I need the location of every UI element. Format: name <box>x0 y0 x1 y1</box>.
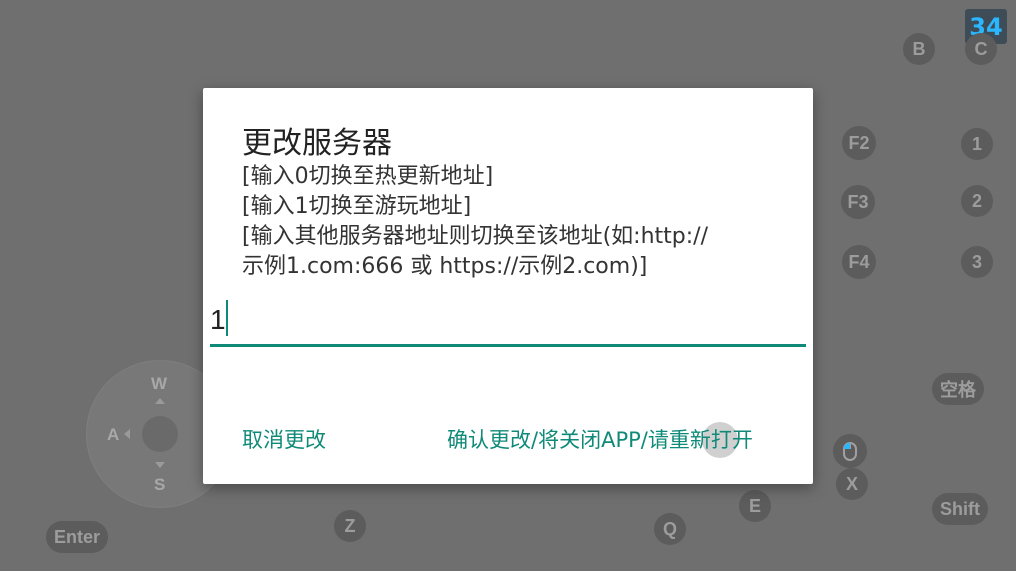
server-input[interactable]: 1 <box>210 296 806 347</box>
key-1[interactable]: 1 <box>961 128 993 160</box>
cancel-button[interactable]: 取消更改 <box>242 424 326 454</box>
key-b[interactable]: B <box>903 33 935 65</box>
confirm-button[interactable]: 确认更改/将关闭APP/请重新打开 <box>447 424 753 454</box>
dpad-up-label: W <box>151 374 168 393</box>
change-server-dialog: 更改服务器 [输入0切换至热更新地址] [输入1切换至游玩地址] [输入其他服务… <box>203 88 813 484</box>
key-f3[interactable]: F3 <box>841 185 875 219</box>
key-enter[interactable]: Enter <box>46 521 109 553</box>
key-2[interactable]: 2 <box>961 185 993 217</box>
dialog-title: 更改服务器 <box>242 126 392 161</box>
server-input-value[interactable]: 1 <box>210 304 226 336</box>
key-e[interactable]: E <box>739 490 771 522</box>
key-q[interactable]: Q <box>654 513 686 545</box>
key-c[interactable]: C <box>965 33 997 65</box>
arrow-down-icon <box>155 462 165 468</box>
dpad-down-label: S <box>154 475 166 494</box>
dpad-left-label: A <box>107 425 120 444</box>
key-f2[interactable]: F2 <box>842 126 876 160</box>
key-shift[interactable]: Shift <box>932 493 988 525</box>
arrow-left-icon <box>124 429 130 439</box>
text-caret <box>226 300 228 336</box>
key-z[interactable]: Z <box>334 510 366 542</box>
key-x[interactable]: X <box>836 468 868 500</box>
dpad-center <box>142 416 178 452</box>
dialog-message: [输入0切换至热更新地址] [输入1切换至游玩地址] [输入其他服务器地址则切换… <box>242 164 708 279</box>
arrow-up-icon <box>155 398 165 404</box>
key-space[interactable]: 空格 <box>932 373 984 405</box>
mouse-icon[interactable] <box>833 434 867 468</box>
key-f4[interactable]: F4 <box>842 245 876 279</box>
key-3[interactable]: 3 <box>961 246 993 278</box>
